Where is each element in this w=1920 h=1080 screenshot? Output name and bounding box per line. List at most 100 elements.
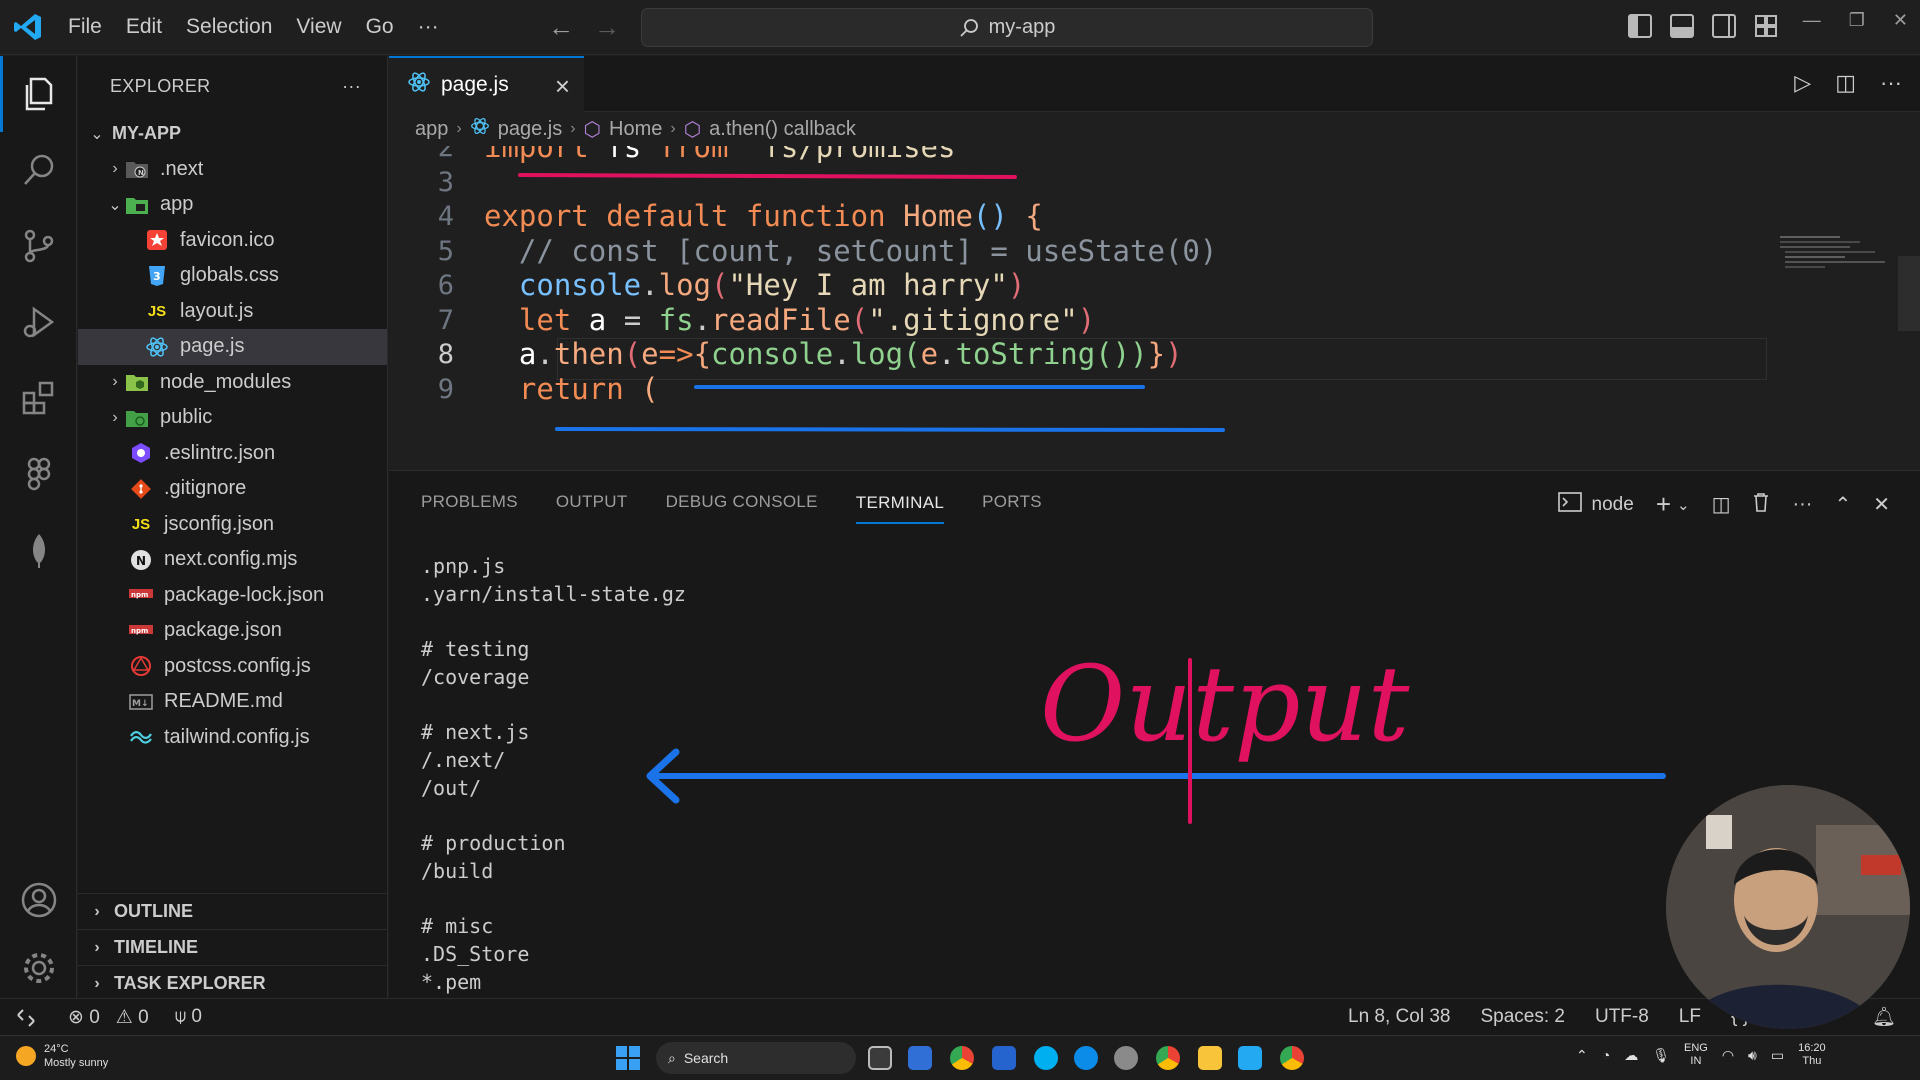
menu-view[interactable]: View (284, 7, 353, 47)
volume-icon[interactable]: 🔊︎ (1748, 1047, 1757, 1064)
tree-item-page-js[interactable]: page.js (78, 329, 387, 365)
source-control-icon[interactable] (0, 208, 77, 284)
more-actions-icon[interactable]: ··· (1880, 70, 1902, 96)
menu-file[interactable]: File (56, 7, 114, 47)
menu-selection[interactable]: Selection (174, 7, 284, 47)
split-editor-icon[interactable]: ◫ (1835, 70, 1856, 96)
tab-close-icon[interactable]: × (555, 71, 570, 102)
edge-icon[interactable] (1074, 1046, 1098, 1070)
more-actions-icon[interactable]: ··· (1792, 493, 1812, 516)
run-icon[interactable]: ▷ (1794, 70, 1811, 96)
minimize-icon[interactable]: — (1803, 10, 1821, 31)
toggle-panel-icon[interactable] (1670, 14, 1694, 38)
cloud-icon[interactable]: ☁ (1624, 1047, 1638, 1064)
battery-icon[interactable]: ▭ (1771, 1047, 1784, 1064)
account-icon[interactable] (0, 862, 77, 938)
menu-edit[interactable]: Edit (114, 7, 174, 47)
tree-item-globals-css[interactable]: 3 globals.css (78, 258, 387, 294)
tree-item-package-lock[interactable]: npm package-lock.json (78, 578, 387, 614)
menu-more[interactable]: ··· (406, 7, 451, 47)
maximize-panel-icon[interactable]: ⌃ (1834, 492, 1851, 517)
tab-ports[interactable]: PORTS (982, 471, 1042, 533)
code-editor[interactable]: 2 import fs from "fs/promises" 3 4 expor… (389, 146, 1920, 470)
trash-icon[interactable] (1752, 492, 1770, 518)
tree-item-next[interactable]: › N .next (78, 152, 387, 188)
tree-item-package-json[interactable]: npm package.json (78, 613, 387, 649)
vscode-taskbar-icon[interactable] (1238, 1046, 1262, 1070)
file-explorer-icon[interactable] (1198, 1046, 1222, 1070)
warnings-indicator[interactable]: ⚠ 0 (116, 1006, 149, 1029)
clock[interactable]: 16:20 Thu (1798, 1042, 1826, 1068)
task-explorer-section[interactable]: › TASK EXPLORER (78, 965, 388, 1001)
command-center[interactable]: my-app (641, 8, 1373, 47)
close-window-icon[interactable]: ✕ (1893, 10, 1908, 31)
tree-item-next-config[interactable]: N next.config.mjs (78, 542, 387, 578)
terminal-name[interactable]: node (1592, 494, 1634, 516)
todo-icon[interactable] (992, 1046, 1016, 1070)
chevron-up-icon[interactable]: ⌃ (1576, 1047, 1588, 1064)
extensions-icon[interactable] (0, 360, 77, 436)
run-debug-icon[interactable] (0, 284, 77, 360)
tree-item-jsconfig[interactable]: JS jsconfig.json (78, 507, 387, 543)
language-indicator[interactable]: ENG IN (1684, 1042, 1708, 1068)
toggle-sidebar-icon[interactable] (1628, 14, 1652, 38)
restore-icon[interactable]: ❐ (1849, 10, 1865, 31)
menu-go[interactable]: Go (354, 7, 406, 47)
tab-output[interactable]: OUTPUT (556, 471, 628, 533)
windows-start-icon[interactable] (616, 1046, 640, 1075)
terminal-output[interactable]: .pnp.js .yarn/install-state.gz # testing /… (421, 553, 686, 996)
breadcrumb-item[interactable]: a.then() callback (709, 118, 856, 141)
wifi-icon[interactable]: ◠ (1722, 1047, 1734, 1064)
mic-icon[interactable]: 🎙︎ (1652, 1047, 1670, 1064)
settings-app-icon[interactable] (1114, 1046, 1138, 1070)
breadcrumb-item[interactable]: app (415, 118, 448, 141)
forward-arrow-icon[interactable]: → (594, 12, 620, 43)
tab-problems[interactable]: PROBLEMS (421, 471, 518, 533)
toggle-secondary-sidebar-icon[interactable] (1712, 14, 1736, 38)
tree-item-readme[interactable]: M↓ README.md (78, 684, 387, 720)
tab-debug-console[interactable]: DEBUG CONSOLE (666, 471, 818, 533)
settings-gear-icon[interactable] (0, 938, 77, 998)
outline-section[interactable]: › OUTLINE (78, 893, 388, 929)
tab-terminal[interactable]: TERMINAL (855, 484, 945, 524)
project-root[interactable]: ⌄ MY-APP (78, 116, 387, 152)
end-of-line[interactable]: LF (1679, 1006, 1701, 1028)
tree-item-layout-js[interactable]: JS layout.js (78, 294, 387, 330)
tree-item-gitignore[interactable]: .gitignore (78, 471, 387, 507)
mongodb-leaf-icon[interactable] (0, 512, 77, 588)
indentation[interactable]: Spaces: 2 (1480, 1006, 1565, 1028)
encoding[interactable]: UTF-8 (1595, 1006, 1649, 1028)
new-terminal-icon[interactable]: + (1656, 489, 1671, 520)
search-sidebar-icon[interactable] (0, 132, 77, 208)
network-icon[interactable]: ◔ (1602, 1047, 1610, 1063)
taskbar-search[interactable]: ⌕ Search (656, 1042, 856, 1074)
explorer-icon[interactable] (0, 56, 77, 132)
tree-item-favicon[interactable]: favicon.ico (78, 223, 387, 259)
errors-indicator[interactable]: ⊗ 0 (68, 1006, 100, 1029)
ports-indicator[interactable]: ⍦ 0 (175, 1006, 202, 1029)
chrome-icon[interactable] (950, 1046, 974, 1070)
tree-item-node-modules[interactable]: › node_modules (78, 365, 387, 401)
tree-item-postcss[interactable]: postcss.config.js (78, 649, 387, 685)
back-arrow-icon[interactable]: ← (548, 12, 574, 43)
figma-icon[interactable] (0, 436, 77, 512)
breadcrumb-item[interactable]: page.js (498, 118, 563, 141)
tree-item-public[interactable]: › public (78, 400, 387, 436)
editor-scrollbar[interactable] (1898, 256, 1920, 331)
calendar-app-icon[interactable] (908, 1046, 932, 1070)
tree-item-app[interactable]: ⌄ app (78, 187, 387, 223)
weather-widget[interactable]: 24°C Mostly sunny (16, 1042, 108, 1070)
minimap[interactable] (1780, 236, 1890, 296)
remote-icon[interactable] (0, 999, 52, 1036)
tree-item-eslintrc[interactable]: .eslintrc.json (78, 436, 387, 472)
chrome-alt-icon[interactable] (1280, 1046, 1304, 1070)
close-panel-icon[interactable]: ✕ (1873, 492, 1890, 517)
cursor-position[interactable]: Ln 8, Col 38 (1348, 1006, 1450, 1028)
breadcrumb-item[interactable]: Home (609, 118, 662, 141)
customize-layout-icon[interactable] (1754, 14, 1778, 38)
notifications-bell-icon[interactable]: 🔔︎ (1872, 1005, 1896, 1029)
split-terminal-icon[interactable]: ◫ (1712, 492, 1731, 517)
chrome-profile-icon[interactable] (1156, 1046, 1180, 1070)
timeline-section[interactable]: › TIMELINE (78, 929, 388, 965)
tab-page-js[interactable]: page.js × (389, 56, 584, 112)
